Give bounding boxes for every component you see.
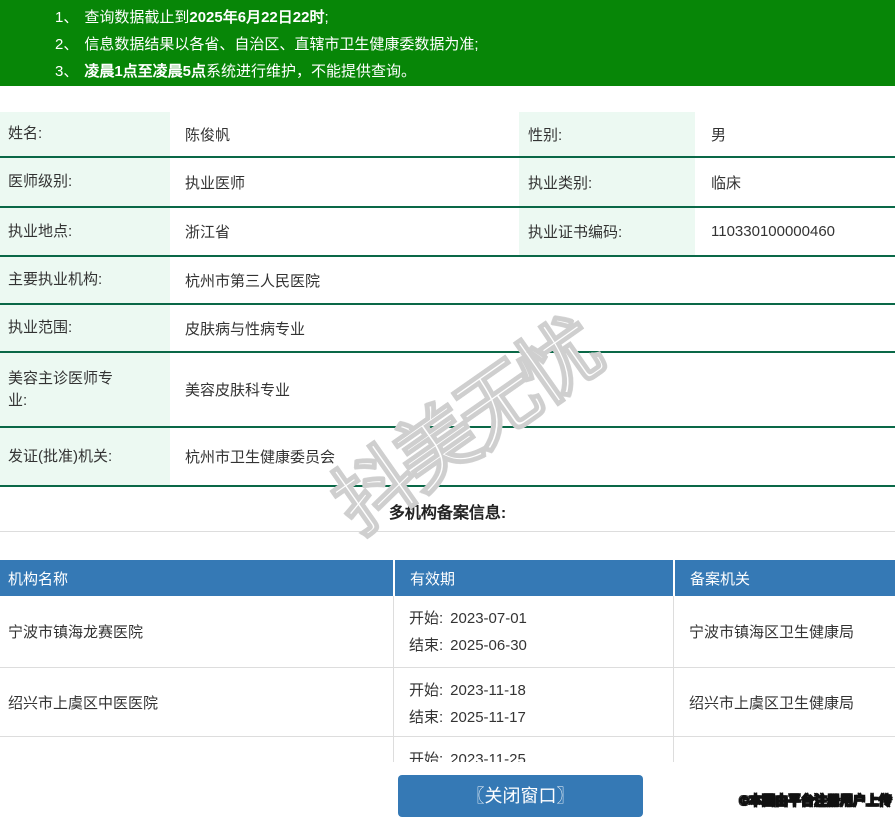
start-date: 2023-07-01 — [450, 610, 527, 627]
field-value-certificate-number: 110330100000460 — [711, 223, 836, 240]
multi-org-table-header: 机构名称 有效期 备案机关 — [0, 560, 895, 596]
end-label: 结束: — [409, 709, 444, 726]
notice-banner: 1、 查询数据截止到2025年6月22日22时; 2、 信息数据结果以各省、自治区、… — [0, 0, 895, 86]
cell-institution-name — [0, 737, 393, 762]
field-label-gender: 性别: — [519, 112, 695, 156]
end-date: 2025-11-17 — [450, 709, 526, 726]
start-date: 2023-11-25 — [450, 751, 526, 762]
table-row: 绍兴市上虞区中医医院 开始: 2023-11-18 结束: 2025-11-17 绍… — [0, 668, 895, 737]
field-label-doctor-level: 医师级别: — [0, 158, 170, 206]
cell-filing-authority: 宁波市镇海区卫生健康局 — [673, 596, 895, 667]
notice-line-1: 1、 查询数据截止到2025年6月22日22时; — [55, 4, 885, 31]
cell-validity-period: 开始: 2023-11-18 结束: 2025-11-17 — [393, 668, 673, 736]
multi-org-table: 机构名称 有效期 备案机关 宁波市镇海龙赛医院 开始: 2023-07-01 结束… — [0, 560, 895, 762]
field-value-main-institution: 杭州市第三人民医院 — [185, 272, 321, 290]
field-label-issuing-authority: 发证(批准)机关: — [0, 428, 170, 485]
detail-row-main-institution: 主要执业机构: 杭州市第三人民医院 — [0, 257, 895, 305]
notice-number: 3、 — [55, 63, 79, 80]
end-date: 2025-06-30 — [450, 637, 527, 654]
field-label-cosmetic-specialty: 美容主诊医师专业: — [0, 353, 170, 426]
multi-org-table-body: 宁波市镇海龙赛医院 开始: 2023-07-01 结束: 2025-06-30 宁波… — [0, 596, 895, 762]
field-label-practice-location: 执业地点: — [0, 208, 170, 255]
cell-validity-period: 开始: 2023-11-25 — [393, 737, 673, 762]
notice-text: 查询数据截止到 — [84, 9, 190, 26]
detail-row-location-certno: 执业地点: 浙江省 执业证书编码: 110330100000460 — [0, 208, 895, 257]
field-value-practice-scope: 皮肤病与性病专业 — [185, 320, 306, 338]
field-label-certificate-number: 执业证书编码: — [519, 208, 695, 255]
detail-row-name-gender: 姓名: 陈俊帆 性别: 男 — [0, 112, 895, 158]
table-row: 宁波市镇海龙赛医院 开始: 2023-07-01 结束: 2025-06-30 宁波… — [0, 596, 895, 668]
upload-credit-watermark: ©本图由平台注册用户上传 — [739, 793, 893, 809]
validity-end: 结束: 2025-06-30 — [409, 632, 673, 659]
end-label: 结束: — [409, 637, 444, 654]
cell-institution-name: 宁波市镇海龙赛医院 — [8, 624, 144, 641]
start-label: 开始: — [409, 682, 444, 699]
notice-text-bold: 凌晨1点至凌晨5点 — [84, 63, 207, 80]
notice-text: 信息数据结果以各省、自治区、直辖市卫生健康委数据为准; — [84, 36, 479, 53]
field-value-doctor-level: 执业医师 — [185, 174, 246, 192]
notice-text: ; — [324, 9, 329, 26]
field-value-issuing-authority: 杭州市卫生健康委员会 — [185, 449, 336, 466]
field-value-name: 陈俊帆 — [185, 126, 231, 144]
detail-row-practice-scope: 执业范围: 皮肤病与性病专业 — [0, 305, 895, 353]
field-label-practice-category: 执业类别: — [519, 158, 695, 206]
notice-number: 1、 — [55, 9, 79, 26]
detail-row-issuing-authority: 发证(批准)机关: 杭州市卫生健康委员会 — [0, 428, 895, 487]
notice-line-2: 2、 信息数据结果以各省、自治区、直辖市卫生健康委数据为准; — [55, 31, 885, 58]
multi-org-section-title: 多机构备案信息: — [388, 505, 507, 522]
section-divider — [0, 531, 895, 532]
start-date: 2023-11-18 — [450, 682, 526, 699]
field-label-practice-scope: 执业范围: — [0, 305, 170, 351]
cell-filing-authority — [673, 737, 895, 762]
field-value-practice-category: 临床 — [711, 174, 742, 192]
table-row: 开始: 2023-11-25 — [0, 737, 895, 762]
field-value-cosmetic-specialty: 美容皮肤科专业 — [185, 382, 291, 399]
detail-row-cosmetic-specialty: 美容主诊医师专业: 美容皮肤科专业 — [0, 353, 895, 428]
detail-row-level-category: 医师级别: 执业医师 执业类别: 临床 — [0, 158, 895, 208]
validity-end: 结束: 2025-11-17 — [409, 704, 673, 731]
field-label-main-institution: 主要执业机构: — [0, 257, 170, 303]
start-label: 开始: — [409, 751, 444, 762]
column-header-validity-period: 有效期 — [393, 560, 673, 596]
validity-start: 开始: 2023-07-01 — [409, 605, 673, 632]
field-value-practice-location: 浙江省 — [185, 224, 231, 241]
column-header-filing-authority: 备案机关 — [673, 560, 895, 596]
cell-validity-period: 开始: 2023-07-01 结束: 2025-06-30 — [393, 596, 673, 667]
start-label: 开始: — [409, 610, 444, 627]
notice-text-bold: 2025年6月22日22时 — [189, 9, 325, 26]
field-label-name: 姓名: — [0, 112, 170, 156]
column-header-institution-name: 机构名称 — [8, 570, 69, 588]
cell-institution-name: 绍兴市上虞区中医医院 — [8, 694, 159, 712]
field-value-gender: 男 — [711, 126, 727, 144]
notice-text: 系统进行维护，不能提供查询。 — [206, 63, 417, 80]
notice-number: 2、 — [55, 36, 79, 53]
cell-filing-authority: 绍兴市上虞区卫生健康局 — [673, 668, 895, 736]
doctor-detail-table: 姓名: 陈俊帆 性别: 男 医师级别: 执业医师 执业类别: 临床 执业地点: … — [0, 112, 895, 487]
notice-line-3: 3、 凌晨1点至凌晨5点系统进行维护，不能提供查询。 — [55, 58, 885, 85]
validity-start: 开始: 2023-11-25 — [409, 746, 673, 762]
validity-start: 开始: 2023-11-18 — [409, 677, 673, 704]
